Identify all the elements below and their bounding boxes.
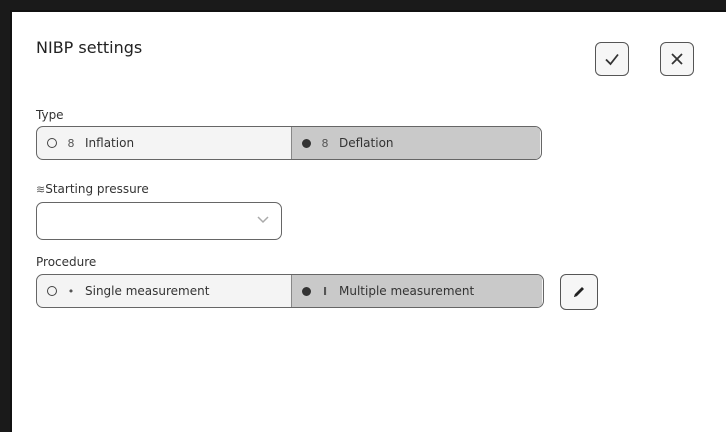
- procedure-option-single[interactable]: • Single measurement: [37, 275, 291, 307]
- procedure-option-multiple[interactable]: I Multiple measurement: [291, 275, 542, 307]
- radio-selected-icon: [302, 286, 311, 296]
- starting-pressure-label: ≋Starting pressure: [36, 182, 149, 196]
- radio-selected-icon: [302, 138, 311, 148]
- starting-pressure-dropdown[interactable]: [36, 202, 282, 240]
- procedure-label: Procedure: [36, 255, 97, 269]
- confirm-button[interactable]: [595, 42, 629, 76]
- procedure-segmented-control: • Single measurement I Multiple measurem…: [36, 274, 544, 308]
- nibp-settings-dialog: NIBP settings Type 8 Inflation 8 Deflati…: [10, 10, 726, 432]
- multiple-bar-icon: I: [322, 284, 328, 298]
- pencil-icon: [574, 287, 584, 297]
- type-segmented-control: 8 Inflation 8 Deflation: [36, 126, 542, 160]
- procedure-option-label: Multiple measurement: [339, 284, 475, 298]
- type-option-inflation[interactable]: 8 Inflation: [37, 127, 291, 159]
- single-dot-icon: •: [67, 284, 75, 298]
- chevron-down-icon: [257, 216, 269, 224]
- deflation-icon: 8: [321, 136, 329, 150]
- close-button[interactable]: [660, 42, 694, 76]
- type-option-label: Deflation: [339, 136, 394, 150]
- checkmark-icon: [605, 53, 619, 66]
- inflation-icon: 8: [67, 136, 75, 150]
- radio-unselected-icon: [47, 138, 57, 148]
- close-icon: [671, 53, 683, 65]
- starting-pressure-label-text: Starting pressure: [45, 182, 149, 196]
- pressure-icon: ≋: [36, 183, 46, 196]
- type-option-label: Inflation: [85, 136, 135, 150]
- type-option-deflation[interactable]: 8 Deflation: [291, 127, 540, 159]
- radio-unselected-icon: [47, 286, 57, 296]
- dialog-title: NIBP settings: [36, 38, 143, 57]
- type-label: Type: [36, 108, 64, 122]
- procedure-option-label: Single measurement: [85, 284, 210, 298]
- edit-procedure-button[interactable]: [560, 274, 598, 310]
